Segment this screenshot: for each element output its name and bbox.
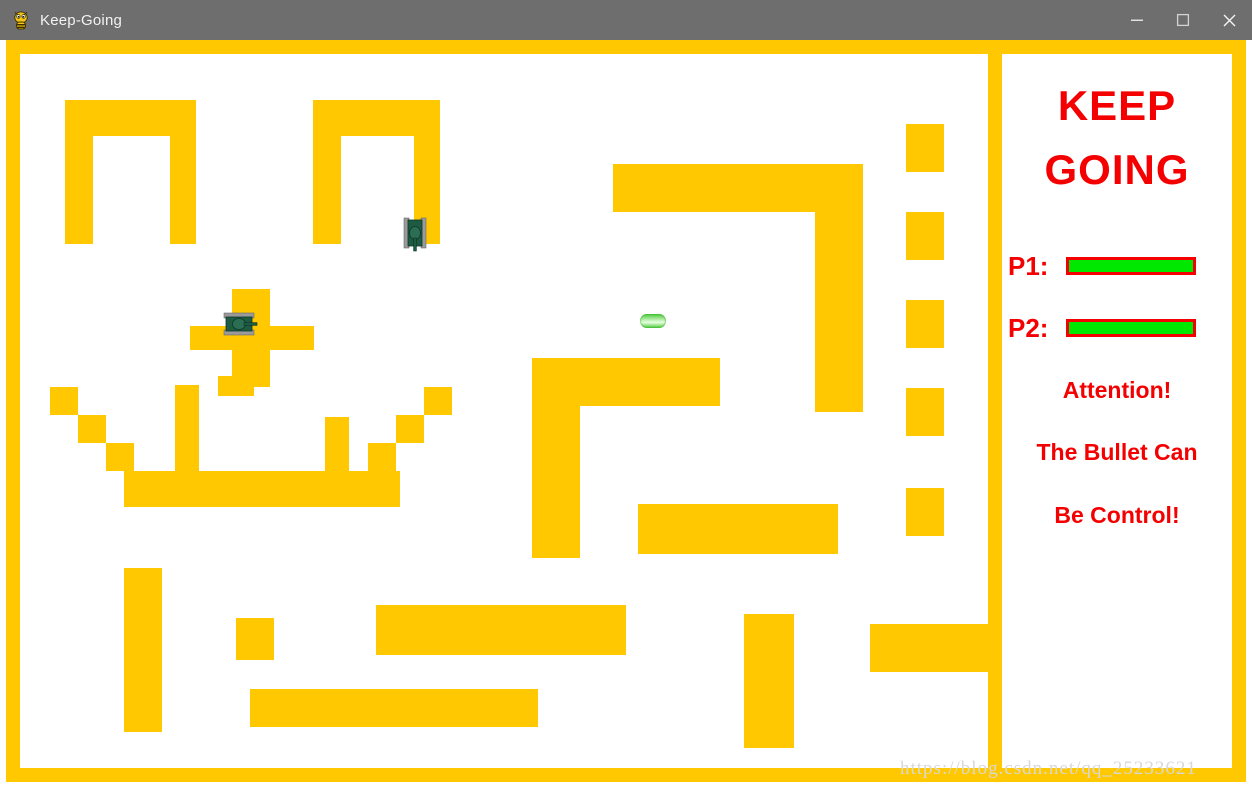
game-window: Keep-Going KEEP GOING P1: P2: Attention!… [0, 0, 1252, 790]
wall-block [906, 124, 944, 172]
wall-block [250, 689, 538, 727]
frame-divider [988, 54, 1002, 768]
game-board[interactable] [20, 54, 988, 768]
frame-right [1232, 40, 1246, 782]
window-body: KEEP GOING P1: P2: Attention! The Bullet… [0, 40, 1252, 790]
player1-health-bar [1066, 257, 1196, 275]
hud-title-line1: KEEP [1057, 82, 1177, 129]
player2-health-fill [1069, 322, 1193, 334]
bee-icon [10, 9, 32, 31]
wall-block [170, 100, 196, 244]
sidebar-hud: KEEP GOING P1: P2: Attention! The Bullet… [1002, 54, 1232, 768]
wall-block [368, 443, 396, 471]
player1-label: P1: [1008, 250, 1049, 281]
wall-block [906, 388, 944, 436]
wall-block [236, 618, 274, 660]
wall-block [815, 164, 863, 412]
frame-top [6, 40, 1246, 54]
hud-note-line2: The Bullet Can [1036, 439, 1198, 465]
maximize-button[interactable] [1160, 0, 1206, 40]
tank-p2[interactable] [397, 217, 433, 252]
wall-block [532, 358, 580, 558]
wall-block [906, 212, 944, 260]
wall-block [124, 471, 400, 507]
wall-block [325, 417, 349, 471]
wall-block [376, 605, 626, 655]
player2-health-bar [1066, 319, 1196, 337]
wall-block [870, 624, 988, 672]
player1-health-fill [1069, 260, 1193, 272]
player2-label: P2: [1008, 312, 1049, 343]
frame-bottom [6, 768, 1246, 782]
wall-block [906, 300, 944, 348]
tank-p1[interactable] [223, 311, 259, 337]
wall-block [78, 415, 106, 443]
hud-note-attention: Attention! [1062, 377, 1172, 403]
wall-block [218, 376, 254, 396]
wall-block [638, 504, 838, 554]
hud-title-line2: GOING [1044, 146, 1190, 193]
wall-block [124, 568, 162, 732]
wall-block [50, 387, 78, 415]
wall-block [106, 443, 134, 471]
window-controls [1114, 0, 1252, 40]
wall-block [744, 614, 794, 748]
player2-health-row: P2: [1002, 312, 1232, 344]
bullet-1 [640, 314, 666, 328]
minimize-button[interactable] [1114, 0, 1160, 40]
frame-left [6, 40, 20, 782]
title-bar: Keep-Going [0, 0, 1252, 40]
player1-health-row: P1: [1002, 250, 1232, 282]
wall-block [396, 415, 424, 443]
close-button[interactable] [1206, 0, 1252, 40]
hud-note-line3: Be Control! [1054, 502, 1180, 528]
window-title: Keep-Going [40, 11, 123, 29]
wall-block [175, 385, 199, 471]
wall-block [424, 387, 452, 415]
wall-block [906, 488, 944, 536]
